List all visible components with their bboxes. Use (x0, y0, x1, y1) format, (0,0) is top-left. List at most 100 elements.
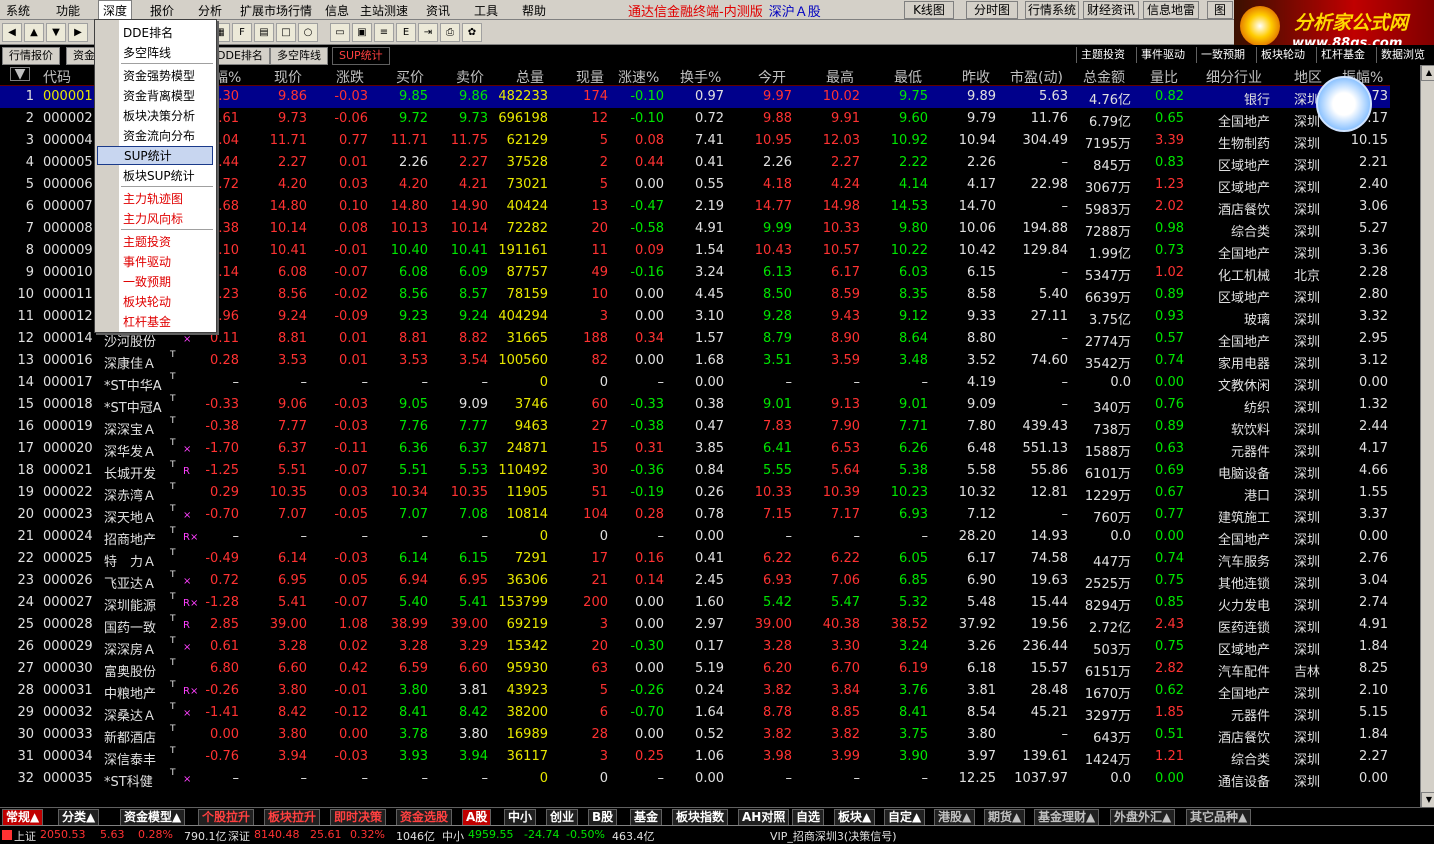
bottom-tab[interactable]: 常规▲ (2, 809, 44, 826)
col-vol-ratio[interactable]: 量比 (1150, 67, 1178, 87)
finance-news-button[interactable]: 财经资讯 (1083, 1, 1139, 19)
tab-data[interactable]: 数据浏览 (1376, 47, 1429, 63)
col-high[interactable]: 最高 (826, 67, 854, 87)
table-row[interactable]: 30 000033 新都酒店 T 0.00 3.80 0.00 3.78 3.80 16989 28… (0, 724, 1390, 746)
menu-item[interactable]: 主力轨迹图 (123, 190, 183, 207)
col-pct[interactable]: 幅% (214, 67, 241, 87)
menu-quote[interactable]: 报价 (150, 2, 174, 19)
bottom-tab[interactable]: B股 (588, 809, 618, 826)
chart-icon[interactable]: ▤ (254, 23, 274, 42)
bottom-tab[interactable]: 基金 (630, 809, 663, 826)
tab-quotes[interactable]: 行情报价 (2, 47, 60, 65)
bottom-tab[interactable]: 港股▲ (934, 809, 976, 826)
info-mine-button[interactable]: 信息地雷 (1143, 1, 1199, 19)
menu-item[interactable]: 板块轮动 (123, 293, 171, 310)
table-row[interactable]: 17 000020 深华发Ａ T × -1.70 6.37 -0.11 6.36 6.37 2487… (0, 438, 1390, 460)
bottom-tab[interactable]: 板块指数 (672, 809, 729, 826)
forward-icon[interactable]: ▶ (68, 23, 88, 42)
col-cur-volume[interactable]: 现量 (576, 67, 604, 87)
tab-longshort[interactable]: 多空阵线 (270, 47, 328, 65)
bottom-tab[interactable]: 自选 (792, 809, 825, 826)
table-row[interactable]: 26 000029 深深房Ａ T × 0.61 3.28 0.02 3.28 3.29 15342 2… (0, 636, 1390, 658)
bottom-tab[interactable]: 板块拉升 (264, 809, 321, 826)
export-icon[interactable]: E (396, 23, 416, 42)
tab-event[interactable]: 事件驱动 (1136, 47, 1189, 63)
menu-tools[interactable]: 工具 (474, 2, 498, 19)
col-open[interactable]: 今开 (758, 67, 786, 87)
scroll-down-icon[interactable]: ▼ (1421, 792, 1434, 808)
back-icon[interactable]: ◀ (2, 23, 22, 42)
bottom-tab[interactable]: 外盘外汇▲ (1110, 809, 1176, 826)
menu-item[interactable]: 一致预期 (123, 273, 171, 290)
menu-speedtest[interactable]: 主站测速 (360, 2, 408, 19)
market-system-button[interactable]: 行情系统 (1025, 1, 1079, 19)
col-industry[interactable]: 细分行业 (1206, 67, 1262, 87)
vertical-scrollbar[interactable]: ▲ ▼ (1420, 65, 1434, 808)
bottom-tab[interactable]: AH对照 (738, 809, 790, 826)
col-ask[interactable]: 卖价 (456, 67, 484, 87)
bottom-tab[interactable]: 其它品种▲ (1186, 809, 1252, 826)
intraday-button[interactable]: 分时图 (966, 1, 1018, 19)
menu-extended-market[interactable]: 扩展市场行情 (240, 2, 312, 19)
up-arrow-icon[interactable]: ▲ (24, 23, 44, 42)
bottom-tab[interactable]: 基金理财▲ (1034, 809, 1100, 826)
col-region[interactable]: 地区 (1294, 67, 1322, 87)
settings-icon[interactable]: ✿ (462, 23, 482, 42)
col-code[interactable]: 代码 (43, 67, 71, 87)
bottom-tab[interactable]: A股 (462, 809, 492, 826)
col-price[interactable]: 现价 (274, 67, 302, 87)
frame-icon[interactable]: □ (276, 23, 296, 42)
tab-dde[interactable]: DDE排名 (210, 47, 270, 65)
table-row[interactable]: 19 000022 深赤湾Ａ T 0.29 10.35 0.03 10.34 10.35 1190… (0, 482, 1390, 504)
col-low[interactable]: 最低 (894, 67, 922, 87)
tab-consensus[interactable]: 一致预期 (1196, 47, 1249, 63)
table-row[interactable]: 21 000024 招商地产 T R× – – – – – 0 0 – 0.00 – – – 28.20 14.93… (0, 526, 1390, 548)
tab-theme[interactable]: 主题投资 (1076, 47, 1129, 63)
col-volume[interactable]: 总量 (516, 67, 544, 87)
table-row[interactable]: 14 000017 *ST中华A T – – – – – 0 0 – 0.00 – – – 4.19 – 0.0 0.… (0, 372, 1390, 394)
menu-analysis[interactable]: 分析 (198, 2, 222, 19)
col-bid[interactable]: 买价 (396, 67, 424, 87)
tab-leverage[interactable]: 杠杆基金 (1316, 47, 1369, 63)
col-pe[interactable]: 市盈(动) (1010, 67, 1063, 87)
copy-icon[interactable]: ▣ (352, 23, 372, 42)
menu-item[interactable]: 事件驱动 (123, 253, 171, 270)
col-change[interactable]: 涨跌 (336, 67, 364, 87)
menu-item[interactable]: 资金流向分布 (123, 127, 195, 144)
table-row[interactable]: 27 000030 富奥股份 T 6.80 6.60 0.42 6.59 6.60 95930 63… (0, 658, 1390, 680)
menu-item[interactable]: 多空阵线 (123, 44, 171, 61)
menu-news[interactable]: 资讯 (426, 2, 450, 19)
bottom-tab[interactable]: 期货▲ (984, 809, 1026, 826)
table-row[interactable]: 31 000034 深信泰丰 T -0.76 3.94 -0.03 3.93 3.94 36117… (0, 746, 1390, 768)
menu-system[interactable]: 系统 (6, 2, 30, 19)
bottom-tab[interactable]: 个股拉升 (198, 809, 255, 826)
menu-item[interactable]: 板块SUP统计 (123, 167, 195, 184)
bottom-tab[interactable]: 资金选股 (396, 809, 453, 826)
table-row[interactable]: 29 000032 深桑达Ａ T × -1.41 8.42 -0.12 8.41 8.42 3820… (0, 702, 1390, 724)
tab-sup[interactable]: SUP统计 (332, 47, 390, 65)
menu-item[interactable]: DDE排名 (123, 24, 173, 41)
table-row[interactable]: 15 000018 *ST中冠A T -0.33 9.06 -0.03 9.05 9.09 374… (0, 394, 1390, 416)
table-row[interactable]: 22 000025 特 力Ａ T -0.49 6.14 -0.03 6.14 6.15 7291 1… (0, 548, 1390, 570)
login-icon[interactable]: ⇥ (418, 23, 438, 42)
down-arrow-icon[interactable]: ▼ (46, 23, 66, 42)
bottom-tab[interactable]: 板块▲ (834, 809, 876, 826)
menu-item[interactable]: 主题投资 (123, 233, 171, 250)
menu-item[interactable]: 资金强势模型 (123, 67, 195, 84)
table-row[interactable]: 13 000016 深康佳Ａ T 0.28 3.53 0.01 3.53 3.54 100560 8… (0, 350, 1390, 372)
table-row[interactable]: 25 000028 国药一致 T R 2.85 39.00 1.08 38.99 39.00 692… (0, 614, 1390, 636)
col-amount[interactable]: 总金额 (1083, 67, 1125, 87)
menu-depth[interactable]: 深度 (98, 0, 133, 21)
menu-function[interactable]: 功能 (56, 2, 80, 19)
bottom-tab[interactable]: 自定▲ (884, 809, 926, 826)
bottom-tab[interactable]: 资金模型▲ (120, 809, 186, 826)
bottom-tab[interactable]: 即时决策 (330, 809, 387, 826)
f10-icon[interactable]: F (232, 23, 252, 42)
print-icon[interactable]: ⎙ (440, 23, 460, 42)
table-row[interactable]: 18 000021 长城开发 T R -1.25 5.51 -0.07 5.51 5.53 1104… (0, 460, 1390, 482)
menu-item[interactable]: 杠杆基金 (123, 313, 171, 330)
menu-info[interactable]: 信息 (325, 2, 349, 19)
table-row[interactable]: 23 000026 飞亚达Ａ T × 0.72 6.95 0.05 6.94 6.95 36306 2… (0, 570, 1390, 592)
menu-help[interactable]: 帮助 (522, 2, 546, 19)
menu-item[interactable]: 板块决策分析 (123, 107, 195, 124)
